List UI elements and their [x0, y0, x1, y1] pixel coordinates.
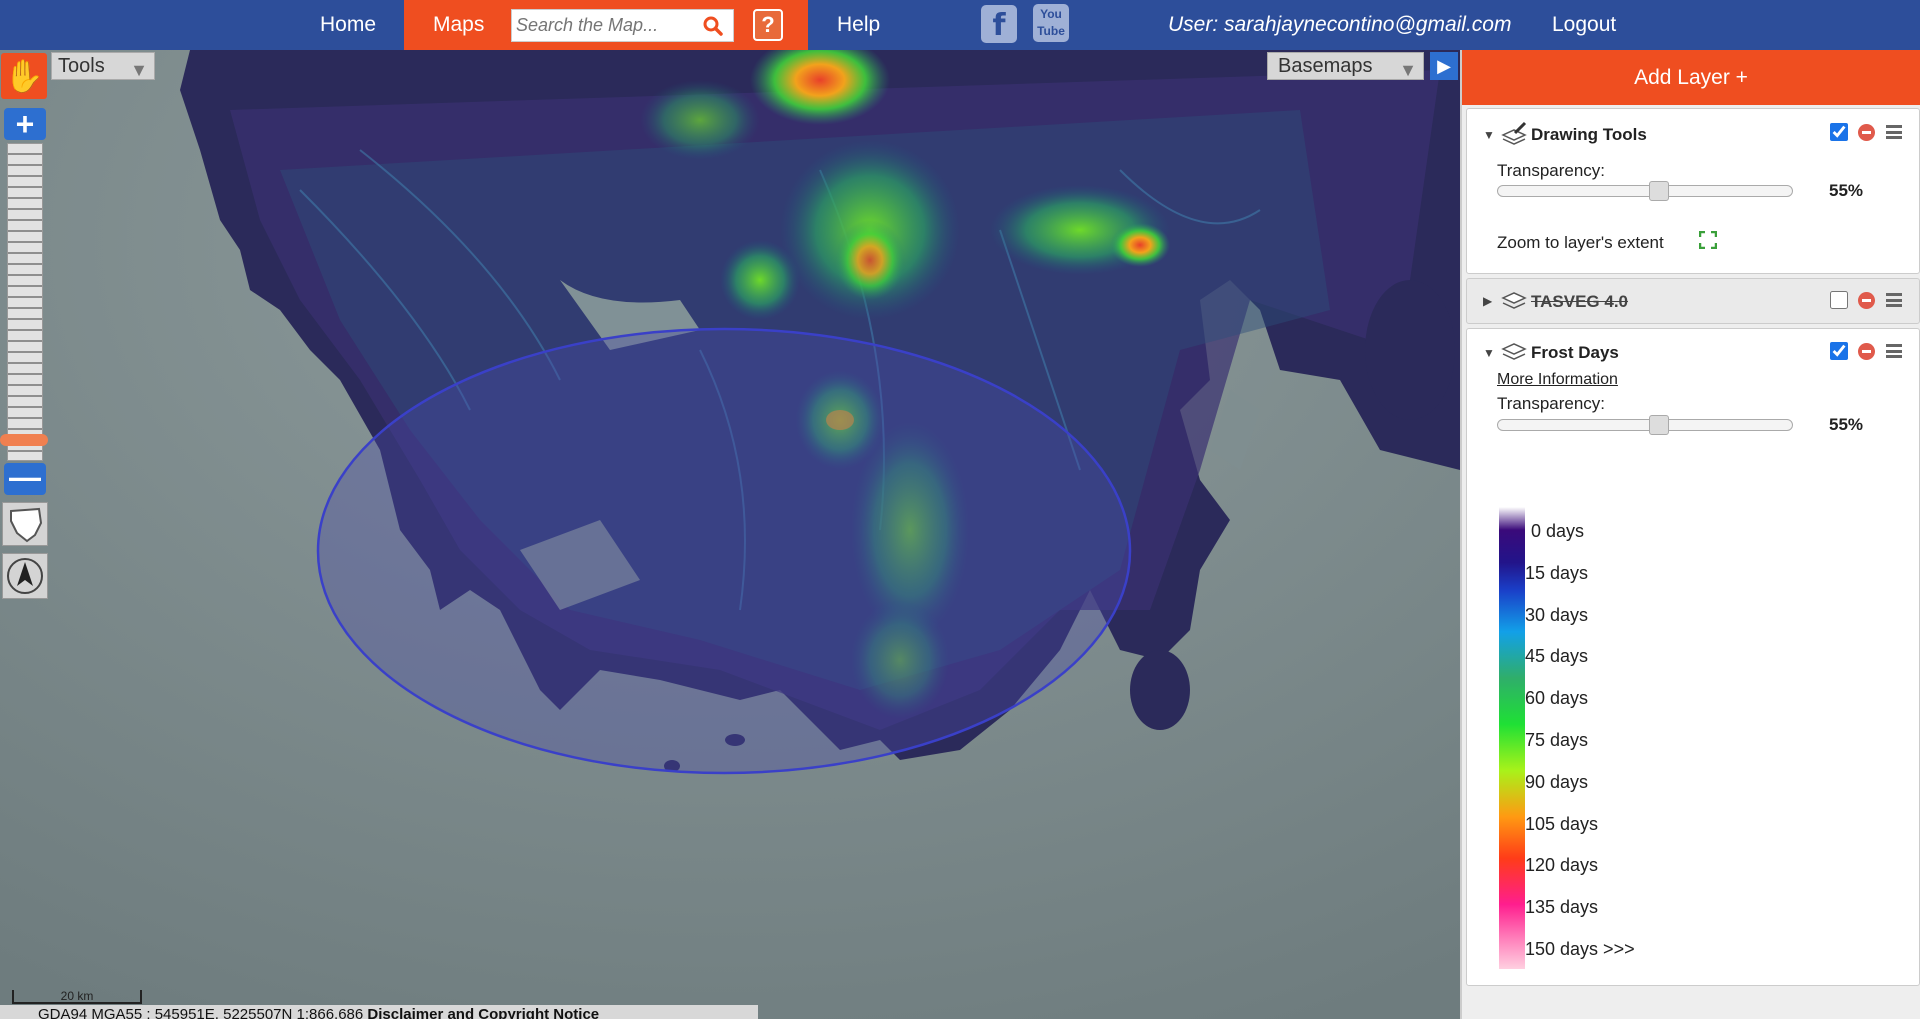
scale-bar: 20 km [12, 990, 142, 1004]
pan-hand-icon[interactable]: ✋ [1, 53, 47, 99]
user-label: User: sarahjaynecontino@gmail.com [1168, 13, 1512, 36]
expand-caret-icon[interactable]: ▼ [1483, 128, 1495, 142]
layer-title: Frost Days [1531, 343, 1619, 362]
search-box[interactable] [511, 9, 734, 42]
zoom-slider-handle[interactable] [0, 434, 48, 446]
layer-visibility-checkbox[interactable] [1830, 291, 1848, 309]
transparency-slider[interactable] [1497, 181, 1793, 201]
add-layer-button[interactable]: Add Layer + [1462, 50, 1920, 105]
expand-caret-icon[interactable]: ▼ [1483, 346, 1495, 360]
layer-card-tasveg: ▶ TASVEG 4.0 [1466, 278, 1920, 324]
remove-layer-icon[interactable] [1858, 343, 1875, 360]
layers-panel: Add Layer + ▼ Drawing Tools Transparency… [1460, 50, 1920, 1019]
basemaps-dropdown[interactable]: Basemaps ▼ [1267, 52, 1424, 80]
tools-dropdown[interactable]: Tools ▼ [51, 52, 155, 80]
layer-title: Drawing Tools [1531, 125, 1647, 144]
remove-layer-icon[interactable] [1858, 124, 1875, 141]
facebook-icon[interactable]: f [981, 5, 1017, 43]
nav-home-link[interactable]: Home [320, 0, 376, 50]
legend-item: 105 days [1525, 814, 1599, 834]
coordinate-footer: GDA94 MGA55 : 545951E, 5225507N 1:866,68… [0, 1005, 758, 1019]
transparency-label: Transparency: [1497, 161, 1606, 180]
legend-item: 90 days [1525, 772, 1589, 792]
zoom-extent-icon[interactable] [1699, 231, 1717, 249]
chevron-down-icon: ▼ [1399, 60, 1417, 80]
collapse-panel-icon[interactable]: ▶ [1430, 52, 1458, 80]
layer-card-frost-days: ▼ Frost Days More Information Transparen… [1466, 328, 1920, 986]
transparency-slider[interactable] [1497, 415, 1793, 435]
layer-menu-icon[interactable] [1886, 125, 1902, 139]
transparency-value: 55% [1829, 181, 1864, 200]
legend-item: 30 days [1525, 605, 1589, 625]
layer-title: TASVEG 4.0 [1531, 292, 1628, 311]
legend-item: 120 days [1525, 855, 1599, 875]
legend-item: 75 days [1525, 730, 1589, 750]
layer-menu-icon[interactable] [1886, 344, 1902, 358]
search-icon[interactable] [703, 16, 723, 36]
layer-visibility-checkbox[interactable] [1830, 342, 1848, 360]
legend-color-ramp [1499, 507, 1525, 969]
map-canvas[interactable] [0, 50, 1460, 1019]
pencil-layers-icon [1501, 121, 1527, 145]
basemaps-label: Basemaps [1278, 55, 1373, 77]
layers-icon [1501, 292, 1527, 309]
map-imagery [0, 50, 1460, 1019]
layer-menu-icon[interactable] [1886, 293, 1902, 307]
nav-help-link[interactable]: Help [837, 0, 880, 50]
layer-visibility-checkbox[interactable] [1830, 123, 1848, 141]
layers-icon [1501, 343, 1527, 360]
transparency-slider-handle[interactable] [1649, 181, 1669, 201]
legend-item: 150 days >>> [1525, 939, 1635, 959]
north-arrow-icon[interactable] [2, 553, 48, 599]
legend-item: 45 days [1525, 646, 1589, 666]
zoom-slider[interactable] [7, 143, 43, 461]
zoom-extent-link[interactable]: Zoom to layer's extent [1497, 233, 1664, 253]
disclaimer-link[interactable]: Disclaimer and Copyright Notice [367, 1006, 599, 1019]
help-question-icon[interactable]: ? [753, 9, 783, 41]
transparency-value: 55% [1829, 415, 1864, 434]
search-input[interactable] [516, 10, 696, 41]
nav-maps-link[interactable]: Maps [433, 0, 484, 50]
youtube-icon[interactable]: You Tube [1033, 4, 1069, 42]
full-extent-tasmania-icon[interactable] [2, 502, 48, 546]
coordinate-readout: GDA94 MGA55 : 545951E, 5225507N 1:866,68… [38, 1006, 364, 1019]
layer-card-drawing-tools: ▼ Drawing Tools Transparency: 55% Zoom t… [1466, 108, 1920, 274]
transparency-slider-handle[interactable] [1649, 415, 1669, 435]
logout-link[interactable]: Logout [1552, 0, 1616, 50]
top-nav-bar: Home Maps ? Help f You Tube User: sarahj… [0, 0, 1920, 50]
tools-label: Tools [58, 55, 105, 77]
legend-item: 60 days [1525, 688, 1589, 708]
legend-item: 15 days [1525, 563, 1589, 583]
zoom-out-button[interactable]: — [4, 461, 46, 495]
expand-caret-icon[interactable]: ▶ [1483, 294, 1492, 308]
remove-layer-icon[interactable] [1858, 292, 1875, 309]
scale-label: 20 km [60, 989, 94, 1003]
zoom-in-button[interactable]: + [4, 108, 46, 140]
chevron-down-icon: ▼ [130, 60, 148, 80]
more-information-link[interactable]: More Information [1497, 371, 1618, 389]
legend-item: 0 days [1531, 521, 1585, 541]
transparency-label: Transparency: [1497, 394, 1606, 413]
legend-item: 135 days [1525, 897, 1599, 917]
